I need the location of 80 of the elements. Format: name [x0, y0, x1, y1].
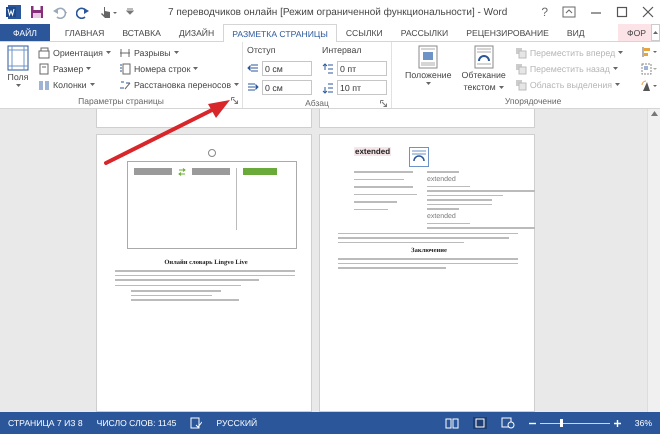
print-layout-icon[interactable]: [472, 417, 487, 429]
word-count[interactable]: ЧИСЛО СЛОВ: 1145: [96, 418, 176, 428]
zoom-slider[interactable]: [540, 419, 610, 427]
web-layout-icon[interactable]: [500, 417, 515, 429]
send-backward-icon: [514, 63, 527, 75]
margins-button[interactable]: Поля: [8, 72, 28, 83]
group-label: Абзац: [305, 97, 329, 108]
indent-left-field[interactable]: 0 см: [262, 61, 312, 76]
command-button[interactable]: Разрывы: [116, 47, 242, 59]
command-button[interactable]: Колонки: [36, 79, 113, 91]
scroll-up-icon[interactable]: [650, 111, 658, 116]
dialog-launcher-icon[interactable]: [380, 100, 387, 107]
wrap-text-button[interactable]: текстом: [464, 82, 496, 93]
spacing-before-field[interactable]: 0 пт: [337, 61, 387, 76]
section-label: Интервал: [322, 45, 362, 57]
breaks-icon: [118, 47, 131, 59]
margins-icon: [7, 45, 29, 71]
bring-forward-icon: [514, 47, 527, 59]
redo-icon[interactable]: [76, 5, 90, 19]
save-icon[interactable]: [30, 5, 44, 19]
zoom-slider-thumb[interactable]: [560, 419, 563, 427]
dropdown-caret-icon[interactable]: [426, 82, 431, 86]
word-logo-icon: [6, 4, 22, 20]
page-size-icon: [38, 63, 50, 75]
indent-left-icon: [247, 62, 259, 74]
ribbon-tab[interactable]: ФАЙЛ: [0, 24, 50, 41]
dropdown-caret-icon[interactable]: [193, 67, 198, 71]
window-title: 7 переводчиков онлайн [Режим ограниченной функциональности] - Word: [166, 6, 508, 18]
dropdown-caret-icon[interactable]: [174, 51, 179, 55]
vertical-scrollbar[interactable]: [647, 109, 660, 412]
help-button[interactable]: ?: [541, 5, 548, 19]
align-icon[interactable]: [641, 46, 658, 58]
scroll-tabs-icon[interactable]: [651, 24, 660, 41]
command-button[interactable]: Номера строк: [116, 63, 242, 75]
text-lines-drawing: [427, 171, 460, 172]
wrap-text-icon: [409, 147, 430, 167]
text-lines-drawing: [427, 208, 460, 210]
rotate-handle-icon[interactable]: [208, 149, 216, 157]
read-mode-icon[interactable]: [444, 417, 459, 429]
orientation-icon: [38, 47, 50, 59]
ribbon-tab[interactable]: РАЗМЕТКА СТРАНИЦЫ: [223, 24, 337, 42]
dropdown-caret-icon[interactable]: [86, 67, 92, 71]
command-button[interactable]: Ориентация: [36, 47, 113, 59]
spacing-after-icon: [322, 82, 334, 94]
group-icon[interactable]: [641, 62, 658, 75]
page-count[interactable]: СТРАНИЦА 7 ИЗ 8: [8, 418, 83, 428]
indent-right-icon: [247, 82, 259, 94]
text-lines-drawing: [354, 171, 417, 210]
indent-right-field[interactable]: 0 см: [262, 80, 312, 95]
columns-icon: [38, 79, 50, 91]
wrap-text-button[interactable]: Обтекание: [462, 70, 506, 81]
section-label: Отступ: [247, 45, 276, 57]
hyphenation-icon: [118, 79, 131, 91]
dropdown-caret-icon[interactable]: [498, 86, 504, 90]
language-indicator[interactable]: РУССКИЙ: [216, 418, 258, 428]
wrap-text-icon: [474, 45, 494, 69]
ribbon-display-icon[interactable]: [562, 6, 576, 18]
line-numbers-icon: [118, 63, 131, 75]
dropdown-caret-icon[interactable]: [234, 83, 240, 87]
command-button[interactable]: Расстановка переносов: [116, 79, 242, 91]
position-button[interactable]: Положение: [405, 70, 452, 81]
dropdown-caret-icon[interactable]: [16, 84, 20, 88]
command-button[interactable]: Размер: [36, 63, 113, 75]
close-icon[interactable]: [642, 6, 654, 18]
rotate-icon[interactable]: [641, 80, 658, 92]
dictionary-word: extended: [354, 147, 392, 156]
zoom-level[interactable]: 36%: [634, 418, 652, 428]
position-icon: [418, 45, 438, 69]
group-label: Параметры страницы: [78, 95, 164, 107]
dropdown-caret-icon[interactable]: [106, 51, 111, 55]
zoom-in-icon[interactable]: [614, 420, 621, 426]
dialog-launcher-icon[interactable]: [231, 97, 238, 104]
selection-pane-icon: [514, 79, 527, 91]
spacing-before-icon: [322, 62, 334, 74]
ribbon-tab[interactable]: ФОР: [618, 24, 651, 41]
dropdown-caret-icon[interactable]: [90, 83, 95, 87]
spacing-after-field[interactable]: 10 пт: [337, 80, 387, 95]
group-label: Упорядочение: [504, 95, 562, 107]
proofing-icon[interactable]: [190, 417, 202, 429]
maximize-icon[interactable]: [616, 6, 628, 18]
